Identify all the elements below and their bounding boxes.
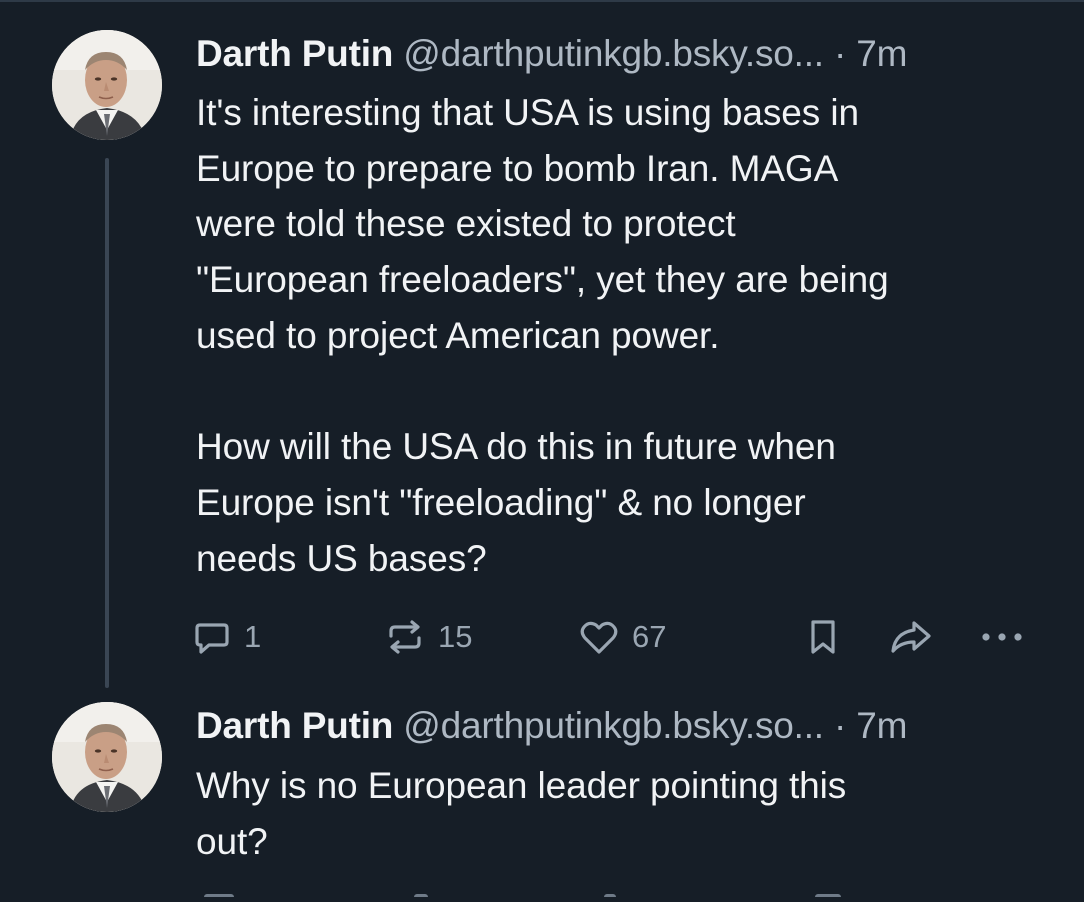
- separator-dot: ·: [833, 33, 847, 74]
- author-display-name[interactable]: Darth Putin: [196, 33, 393, 74]
- next-post-actions-cropped: [0, 894, 1084, 902]
- author-display-name[interactable]: Darth Putin: [196, 705, 393, 746]
- reply-icon: [204, 894, 234, 902]
- thread-line: [105, 158, 109, 688]
- post-text: Why is no European leader pointing this …: [196, 765, 847, 862]
- repost-count: 15: [438, 619, 473, 654]
- repost-icon: [414, 894, 428, 902]
- more-icon: [978, 617, 1026, 657]
- bookmark-button[interactable]: [805, 612, 841, 662]
- reply-button[interactable]: 1: [192, 612, 261, 662]
- like-button[interactable]: 67: [578, 612, 666, 662]
- avatar[interactable]: [52, 702, 162, 812]
- repost-button[interactable]: 15: [384, 612, 472, 662]
- author-handle[interactable]: @darthputinkgb.bsky.so...: [403, 33, 824, 74]
- avatar-photo: [52, 702, 162, 812]
- post-header: Darth Putin @darthputinkgb.bsky.so... · …: [196, 30, 1056, 78]
- post-header: Darth Putin @darthputinkgb.bsky.so... · …: [196, 702, 1056, 750]
- bookmark-icon: [815, 894, 841, 902]
- more-options-button[interactable]: [978, 612, 1026, 662]
- reply-count: 1: [244, 619, 262, 654]
- post-actions: 1 15 67: [190, 612, 1030, 662]
- post-time[interactable]: 7m: [856, 705, 907, 746]
- share-icon: [887, 617, 935, 657]
- bookmark-icon: [805, 617, 841, 657]
- post[interactable]: Darth Putin @darthputinkgb.bsky.so... · …: [0, 690, 1084, 902]
- repost-icon: [384, 617, 426, 657]
- avatar[interactable]: [52, 30, 162, 140]
- like-icon: [578, 617, 620, 657]
- separator-dot: ·: [833, 705, 847, 746]
- share-button[interactable]: [887, 612, 935, 662]
- post-time[interactable]: 7m: [856, 33, 907, 74]
- post-text: It's interesting that USA is using bases…: [196, 92, 889, 579]
- reply-icon: [192, 617, 232, 657]
- like-icon: [604, 894, 616, 902]
- like-count: 67: [632, 619, 667, 654]
- author-handle[interactable]: @darthputinkgb.bsky.so...: [403, 705, 824, 746]
- avatar-photo: [52, 30, 162, 140]
- post[interactable]: Darth Putin @darthputinkgb.bsky.so... · …: [0, 0, 1084, 690]
